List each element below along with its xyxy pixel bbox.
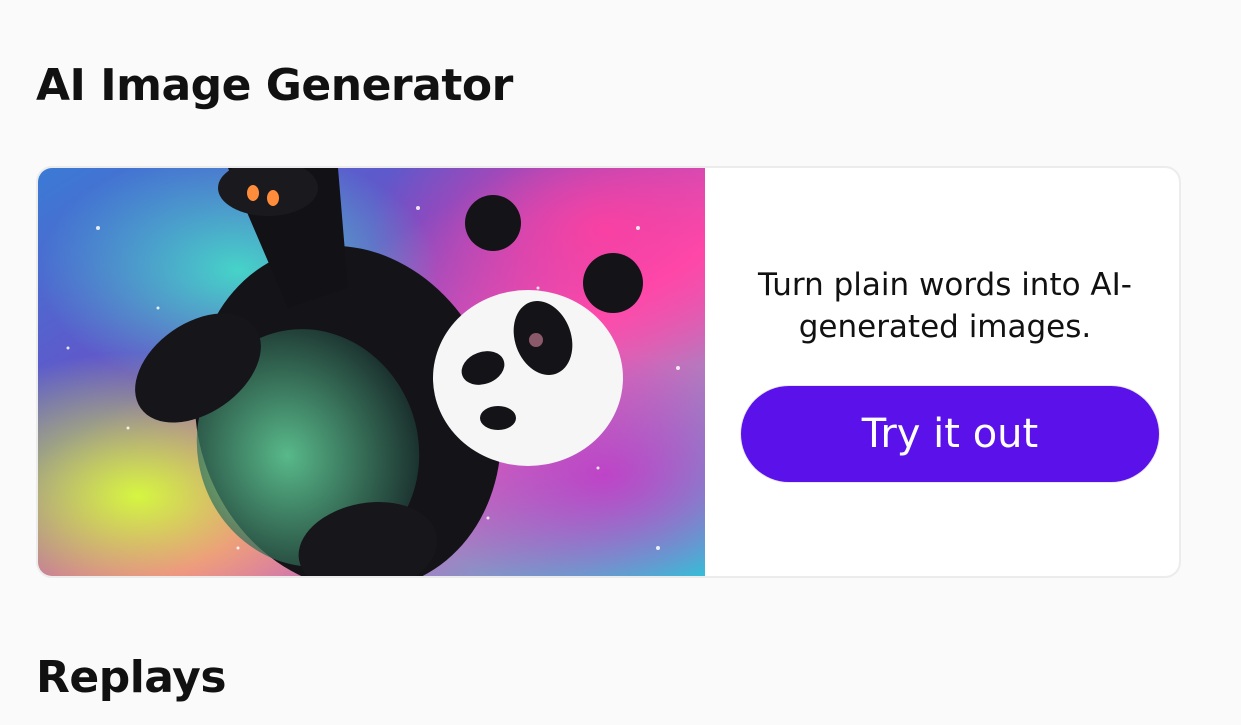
page: AI Image Generator Turn plain words into…	[0, 0, 1241, 725]
try-it-out-button[interactable]: Try it out	[741, 386, 1159, 482]
card-description: Turn plain words into AI-generated image…	[758, 267, 1132, 345]
try-button-container: Try it out	[740, 385, 1160, 483]
panda-artwork-svg	[38, 168, 705, 576]
card-content: Turn plain words into AI-generated image…	[705, 168, 1179, 576]
section-title-ai-image-generator: AI Image Generator	[36, 60, 513, 111]
panda-artwork-image	[38, 168, 705, 576]
section-title-replays: Replays	[36, 652, 227, 703]
ai-image-generator-card: Turn plain words into AI-generated image…	[36, 166, 1181, 578]
